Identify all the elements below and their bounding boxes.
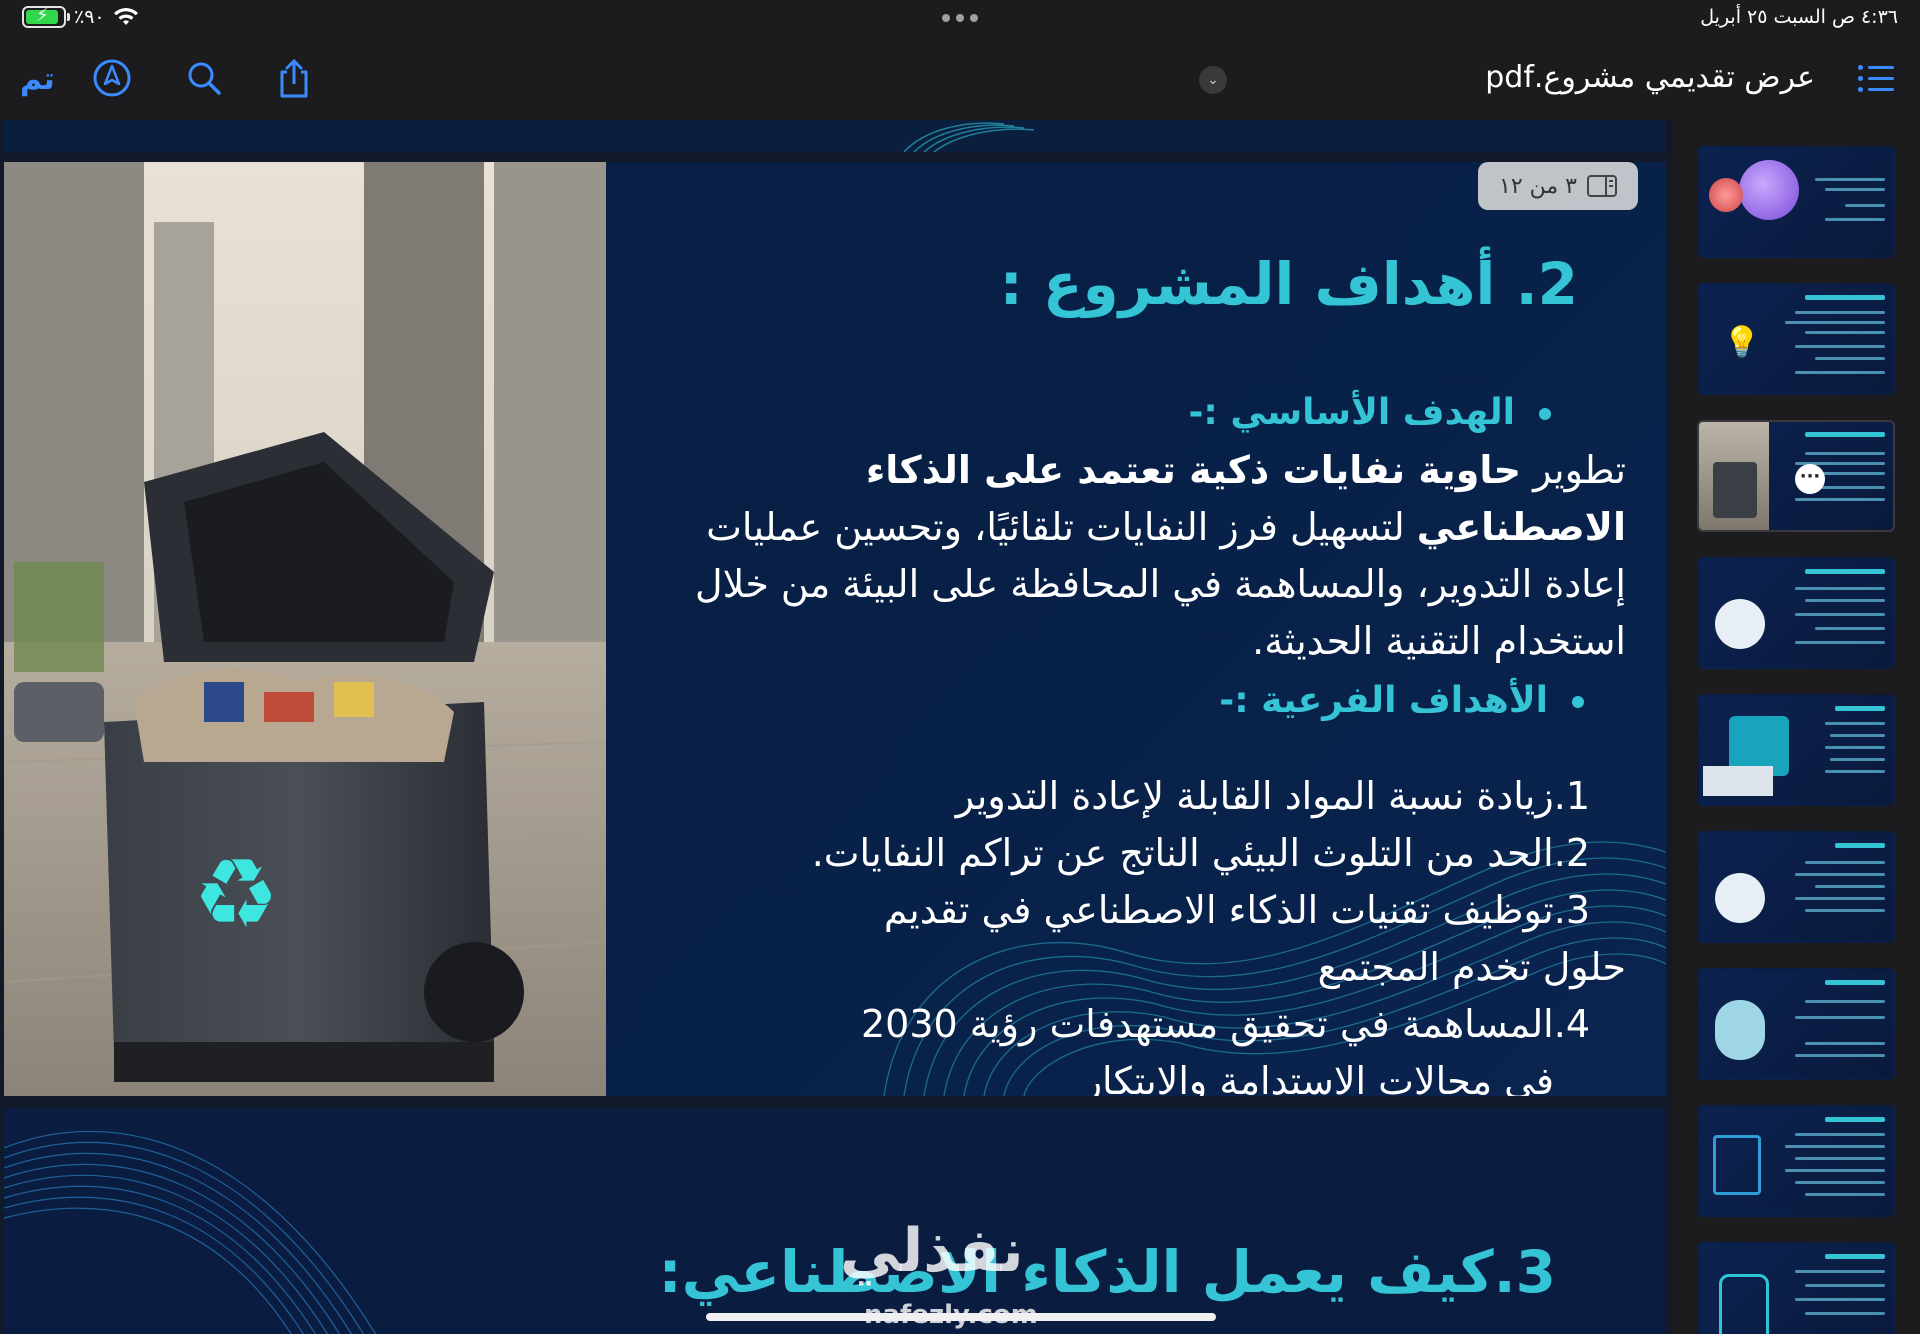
thumbnail-page-9[interactable] (1697, 1242, 1895, 1334)
search-icon[interactable] (184, 58, 224, 105)
wave-decoration (4, 1130, 377, 1334)
thumbnail-page-3[interactable]: ··· (1697, 420, 1895, 532)
page-indicator-text: ٣ من ١٢ (1499, 173, 1577, 199)
thumbnail-page-8[interactable] (1697, 1105, 1895, 1217)
share-icon[interactable] (274, 58, 314, 107)
markup-icon[interactable] (92, 58, 132, 105)
battery-percent: ٪٩٠ (74, 6, 105, 28)
thumbnail-page-5[interactable] (1697, 694, 1895, 806)
slide-heading: 2. أهداف المشروع : (999, 250, 1578, 318)
sub-goals-heading: الأهداف الفرعية :- (1219, 680, 1584, 721)
sub-goals-list: 1.زيادة نسبة المواد القابلة لإعادة التدو… (666, 768, 1626, 1096)
main-goal-paragraph: تطوير حاوية نفايات ذكية تعتمد على الذكاء… (695, 448, 1626, 663)
multitasking-dots[interactable] (942, 14, 978, 22)
home-indicator[interactable] (706, 1313, 1216, 1321)
wave-decoration (903, 122, 1035, 153)
thumbnail-page-4[interactable] (1697, 557, 1895, 669)
main-goal-heading: الهدف الأساسي :- (1188, 392, 1551, 433)
chevron-down-icon[interactable]: ⌄ (1199, 66, 1227, 94)
next-slide-heading: 3.كيف يعمل الذكاء الاصطناعي: (658, 1238, 1556, 1306)
more-options-icon[interactable]: ··· (1795, 464, 1825, 494)
toolbar: تم ⌄ عرض تقديمي مشروع.pdf (0, 40, 1920, 120)
thumbnail-page-2[interactable]: 💡 (1697, 283, 1895, 395)
next-slide[interactable]: 3.كيف يعمل الذكاء الاصطناعي: (4, 1108, 1666, 1334)
status-bar: ⚡ ٪٩٠ ٤:٣٦ ص السبت ٢٥ أبريل (0, 0, 1920, 40)
pdf-viewport[interactable]: ♻ ٣ من ١٢ 2. أهداف المشروع : الهدف الأسا… (0, 120, 1672, 1334)
watermark: نفذلي (840, 1216, 1024, 1286)
previous-page-edge[interactable] (4, 120, 1666, 153)
status-left: ⚡ ٪٩٠ (22, 5, 139, 28)
wifi-icon (113, 8, 138, 25)
smart-bin-photo: ♻ (4, 162, 606, 1096)
list-item: 4.المساهمة في تحقيق مستهدفات رؤية 2030 (860, 1002, 1590, 1046)
svg-text:♻: ♻ (193, 838, 279, 950)
thumbnail-page-7[interactable] (1697, 968, 1895, 1080)
time-date: ٤:٣٦ ص السبت ٢٥ أبريل (1700, 6, 1898, 28)
done-button[interactable]: تم (20, 62, 55, 97)
list-item: 3.توظيف تقنيات الذكاء الاصطناعي في تقديم (883, 888, 1590, 932)
thumbnail-page-6[interactable] (1697, 831, 1895, 943)
thumbnail-page-1[interactable] (1697, 146, 1895, 258)
list-item: 2.الحد من التلوث البيئي الناتج عن تراكم … (811, 831, 1590, 875)
battery-icon: ⚡ (22, 5, 70, 28)
thumbnail-sidebar[interactable]: 💡 ··· (1672, 120, 1920, 1334)
list-item: حلول تخدم المجتمع (1317, 945, 1626, 989)
list-item: 1.زيادة نسبة المواد القابلة لإعادة التدو… (955, 774, 1590, 818)
page-indicator[interactable]: ٣ من ١٢ (1478, 162, 1638, 210)
list-item: في مجالات الاستدامة والابتكار (1083, 1059, 1554, 1096)
thumbnail-list-icon[interactable] (1858, 64, 1894, 94)
document-title[interactable]: عرض تقديمي مشروع.pdf (1485, 60, 1815, 95)
sidebar-toggle-icon (1587, 175, 1617, 197)
current-slide[interactable]: ♻ ٣ من ١٢ 2. أهداف المشروع : الهدف الأسا… (4, 162, 1666, 1096)
